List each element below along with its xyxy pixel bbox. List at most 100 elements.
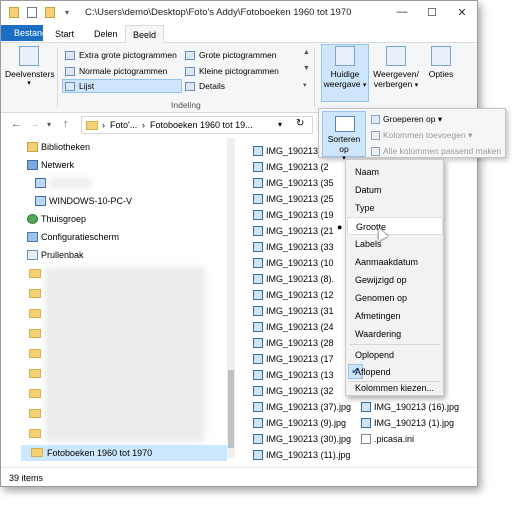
recent-icon[interactable]: ▾ [47, 120, 51, 129]
menu-item-afmetingen[interactable]: Afmetingen [347, 307, 443, 325]
properties-icon[interactable] [27, 7, 37, 18]
tree-item-configuratiescherm[interactable]: Configuratiescherm [27, 229, 119, 245]
list-item[interactable]: IMG_190213 (1).jpg [361, 415, 454, 431]
layout-extra-large[interactable]: Extra grote pictogrammen [65, 49, 177, 62]
list-item[interactable]: IMG_190213 (16).jpg [361, 399, 459, 415]
tree-item-selected[interactable]: Fotoboeken 1960 tot 1970 [21, 445, 227, 461]
chevron-down-icon[interactable]: ▾ [278, 120, 282, 129]
tree-item-windows-pc[interactable]: WINDOWS-10-PC-V [35, 193, 132, 209]
maximize-button[interactable]: ☐ [417, 1, 447, 23]
add-columns-button[interactable]: Kolommen toevoegen ▾ [371, 129, 472, 142]
menu-item-type[interactable]: Type [347, 199, 443, 217]
folder-icon [29, 289, 41, 298]
tree-item-netwerk[interactable]: Netwerk [27, 157, 74, 173]
list-item[interactable]: IMG_190213 (30).jpg [253, 431, 351, 447]
tree-item-prullenbak[interactable]: Prullenbak [27, 247, 84, 263]
list-item[interactable]: IMG_190213 (35 [253, 175, 334, 191]
list-item[interactable]: IMG_190213 (32 [253, 383, 334, 399]
group-by-button[interactable]: Groeperen op ▾ [371, 113, 442, 126]
file-name: IMG_190213 (25 [266, 194, 334, 204]
up-icon[interactable]: ↑ [63, 118, 69, 130]
list-item[interactable]: IMG_190213 (37).jpg [253, 399, 351, 415]
ribbon-view: Deelvensters ▾ Extra grote pictogrammen … [1, 43, 477, 113]
menu-item-genomen-op[interactable]: Genomen op [347, 289, 443, 307]
list-item[interactable]: IMG_190213 (11).jpg [253, 447, 350, 463]
jpg-file-icon [253, 306, 263, 316]
refresh-icon[interactable]: ↻ [296, 118, 304, 129]
close-button[interactable]: ✕ [447, 1, 477, 23]
current-view-icon [335, 46, 355, 66]
list-item[interactable]: IMG_190213 (31 [253, 303, 334, 319]
file-name: IMG_190213 (1).jpg [374, 418, 455, 428]
tab-delen[interactable]: Delen [87, 25, 125, 43]
current-view-button[interactable]: Huidige weergave ▾ [322, 46, 368, 91]
expand-icon[interactable]: ▾ [303, 81, 307, 89]
menu-item-grootte[interactable]: ● Grootte [337, 217, 443, 235]
list-item[interactable]: IMG_190213 (24 [253, 319, 334, 335]
list-item[interactable]: IMG_190213 (25 [253, 191, 334, 207]
fit-columns-button[interactable]: Alle kolommen passend maken [371, 145, 501, 158]
jpg-file-icon [253, 226, 263, 236]
show-hide-label: Weergeven/ verbergen [373, 69, 419, 89]
scrollbar-thumb[interactable] [228, 370, 234, 448]
file-name: IMG_190213 (11).jpg [266, 450, 351, 460]
layout-details[interactable]: Details [185, 80, 225, 93]
layout-label: Details [199, 81, 225, 91]
tab-bestand[interactable]: Bestand [1, 25, 47, 41]
list-item[interactable]: IMG_190213 (10 [253, 255, 334, 271]
jpg-file-icon [253, 338, 263, 348]
tab-start[interactable]: Start [48, 25, 81, 43]
list-item[interactable]: IMG_190213 (9).jpg [253, 415, 346, 431]
back-icon[interactable]: ← [11, 118, 22, 130]
options-button[interactable]: Opties [423, 46, 459, 79]
jpg-file-icon [253, 242, 263, 252]
menu-item-datum[interactable]: Datum [347, 181, 443, 199]
menu-item-gewijzigd-op[interactable]: Gewijzigd op [347, 271, 443, 289]
crumb-sep: › [102, 120, 105, 130]
list-item[interactable]: IMG_190213 (19 [253, 207, 334, 223]
jpg-file-icon [361, 418, 371, 428]
new-folder-icon[interactable] [45, 7, 55, 18]
list-item[interactable]: IMG_190213 (2 [253, 159, 329, 175]
nav-scrollbar[interactable] [227, 138, 235, 458]
menu-item-aanmaakdatum[interactable]: Aanmaakdatum [347, 253, 443, 271]
list-item[interactable]: IMG_190213 (21 [253, 223, 334, 239]
folder-icon [29, 429, 41, 438]
forward-icon[interactable]: → [29, 118, 40, 130]
menu-item-oplopend[interactable]: Oplopend [347, 346, 443, 364]
chevron-down-icon[interactable]: ▾ [65, 7, 75, 18]
file-name: IMG_190213 (30).jpg [266, 434, 352, 444]
tree-item-thuisgroep[interactable]: Thuisgroep [27, 211, 86, 227]
layout-medium[interactable]: Normale pictogrammen [65, 65, 167, 78]
menu-item-labels[interactable]: Labels [347, 235, 443, 253]
scroll-down-icon[interactable]: ▼ [303, 65, 310, 72]
minimize-button[interactable]: — [387, 1, 417, 23]
breadcrumb-parent[interactable]: Foto'... [110, 120, 137, 130]
list-item[interactable]: IMG_190213 (12 [253, 287, 334, 303]
list-item[interactable]: .picasa.ini [361, 431, 414, 447]
list-item[interactable]: IMG_190213 (13 [253, 367, 334, 383]
list-item[interactable]: IMG_190213 (33 [253, 239, 334, 255]
separator [314, 47, 315, 107]
address-bar[interactable]: › Foto'... › Fotoboeken 1960 tot 19... ▾… [81, 116, 313, 134]
menu-item-naam[interactable]: Naam [347, 163, 443, 181]
layout-small[interactable]: Kleine pictogrammen [185, 65, 279, 78]
tree-item-bibliotheken[interactable]: Bibliotheken [27, 139, 90, 155]
extra-large-icons-icon [65, 51, 75, 60]
fit-columns-label: Alle kolommen passend maken [383, 146, 502, 156]
show-hide-icon [386, 46, 406, 66]
list-item[interactable]: IMG_190213 (8). [253, 271, 334, 287]
sort-by-button[interactable]: Sorteren op ▾ [322, 111, 366, 162]
breadcrumb-current[interactable]: Fotoboeken 1960 tot 19... [150, 120, 253, 130]
scroll-up-icon[interactable]: ▲ [303, 49, 310, 56]
tab-beeld[interactable]: Beeld [125, 25, 165, 44]
layout-list[interactable]: Lijst [65, 80, 94, 93]
show-hide-button[interactable]: Weergeven/ verbergen ▾ [371, 46, 421, 91]
list-item[interactable]: IMG_190213 (17 [253, 351, 334, 367]
fit-columns-icon [371, 147, 380, 156]
layout-large[interactable]: Grote pictogrammen [185, 49, 276, 62]
panes-button[interactable]: Deelvensters ▾ [5, 46, 55, 89]
menu-item-waardering[interactable]: Waardering [347, 325, 443, 343]
list-item[interactable]: IMG_190213 (28 [253, 335, 334, 351]
menu-item-choose-columns[interactable]: Kolommen kiezen... [347, 379, 443, 397]
